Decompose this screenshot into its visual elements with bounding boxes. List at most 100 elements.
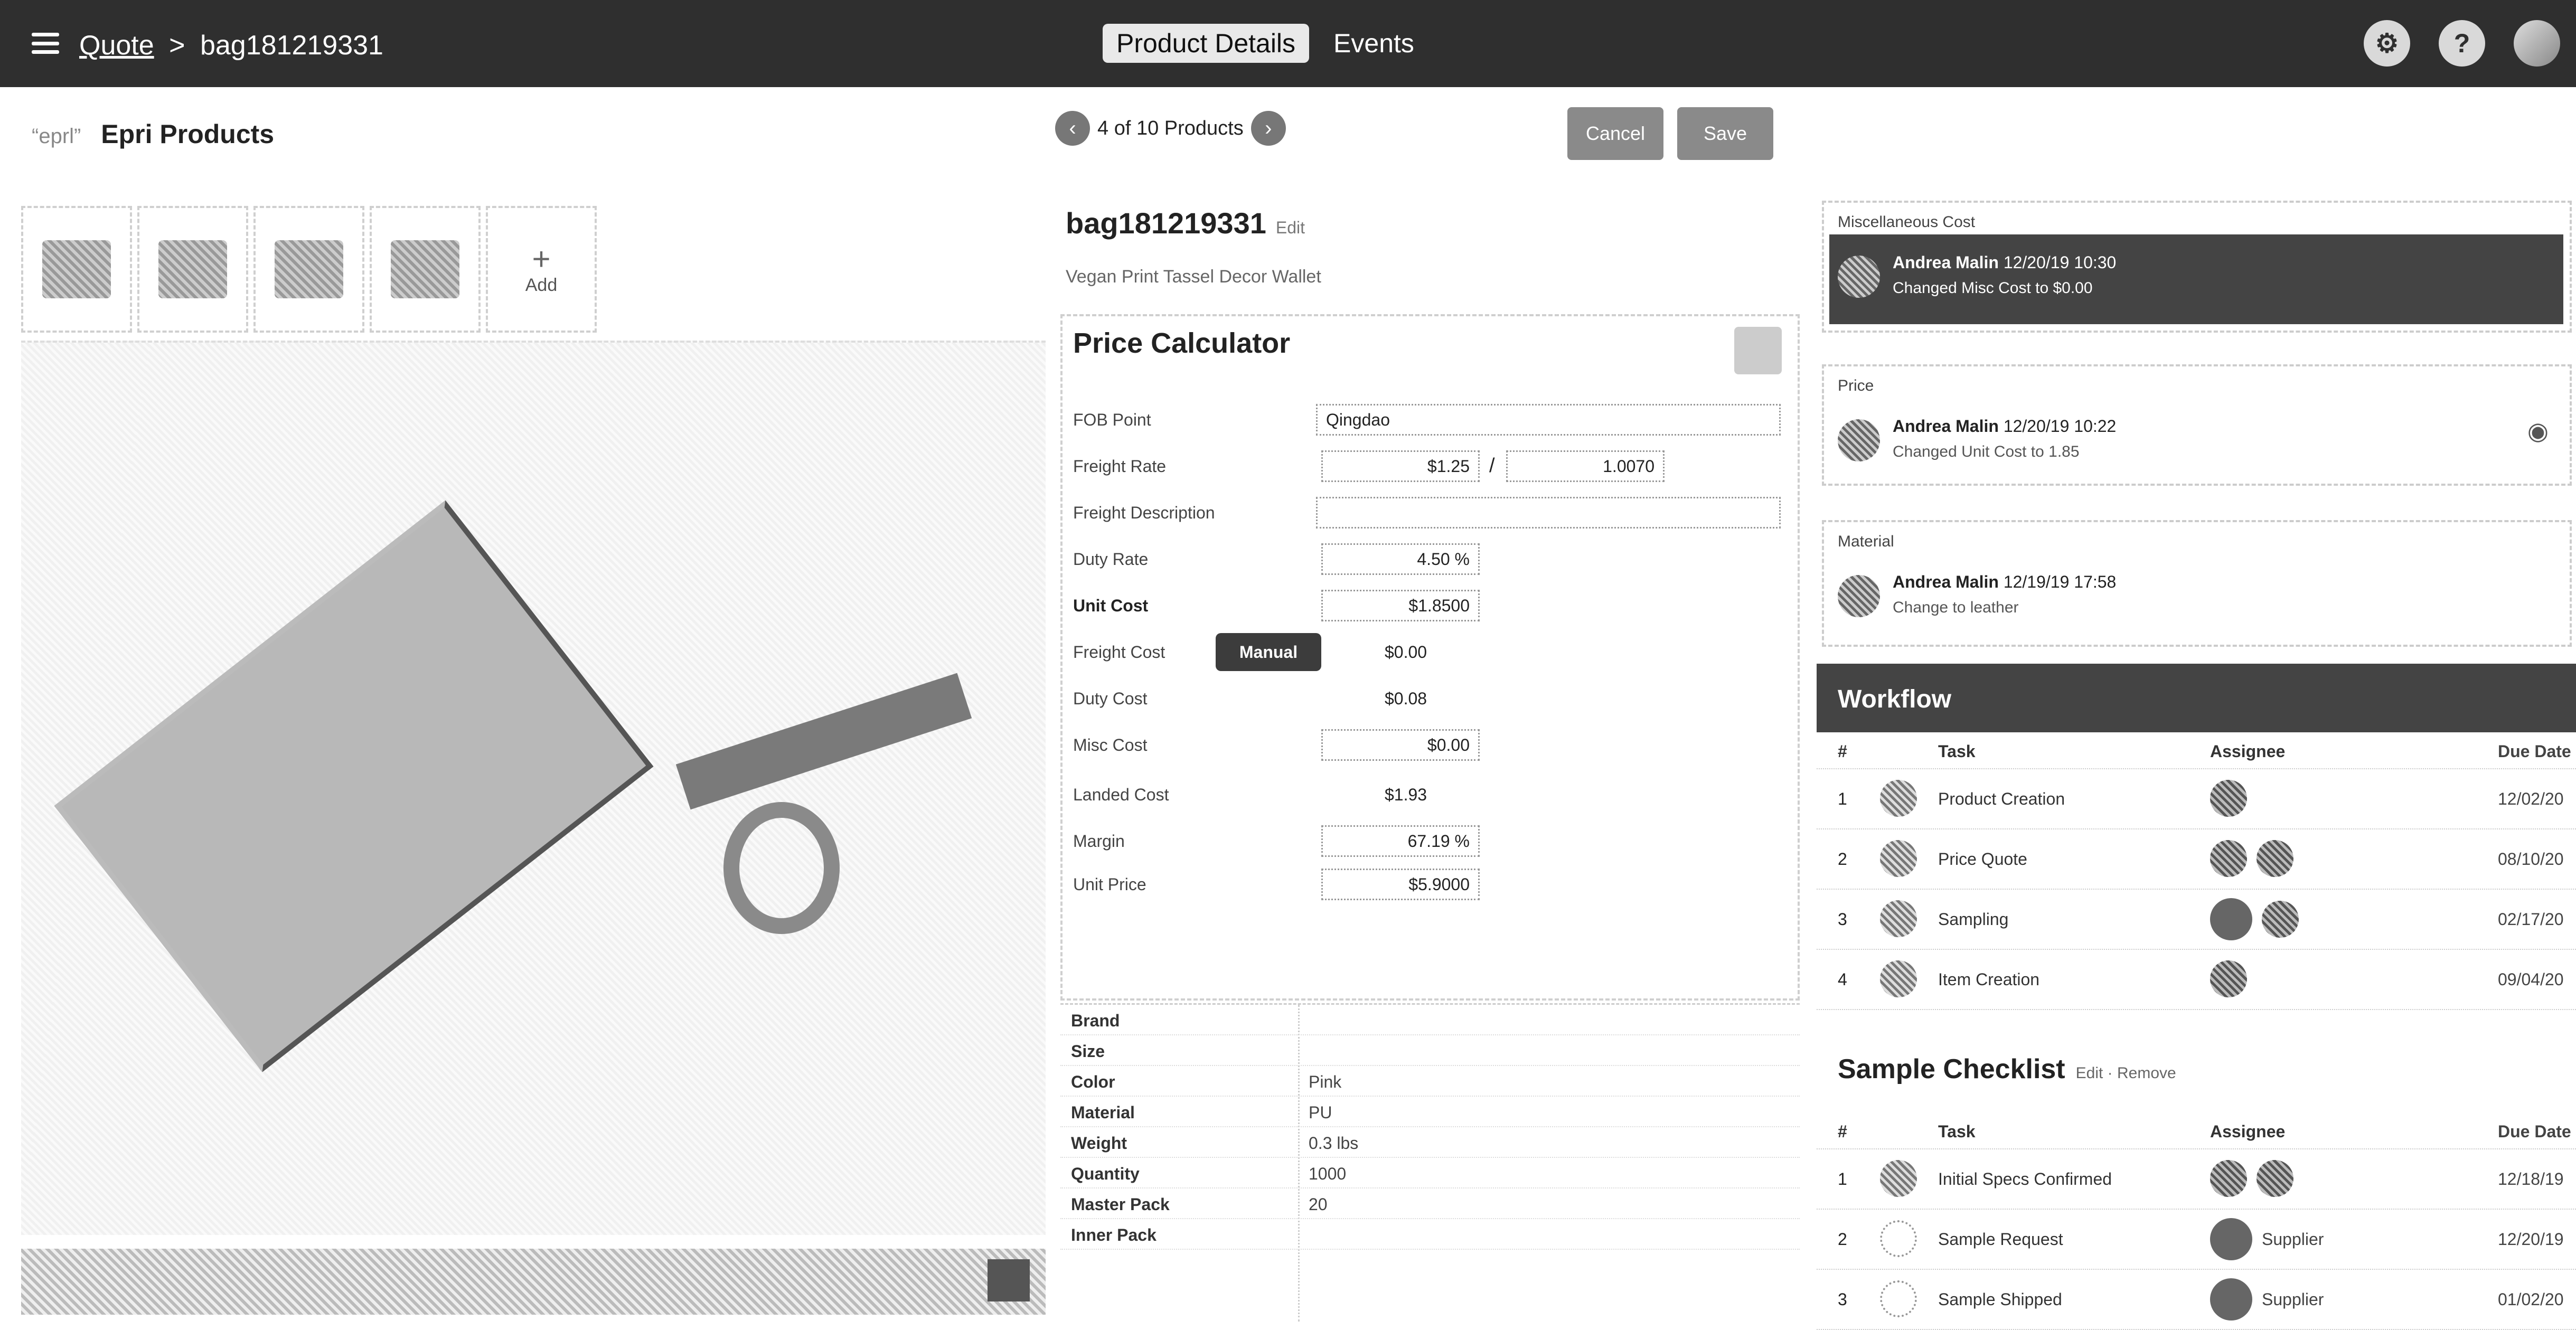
thumbnail-image [275,240,343,298]
brand-header: “eprl” Epri Products [32,119,274,149]
settings-icon[interactable]: ⚙ [2364,20,2410,67]
assignee-name: Supplier [2262,1289,2324,1309]
margin-input[interactable]: 67.19 % [1321,825,1480,857]
price-calculator-title: Price Calculator [1073,327,1291,359]
close-icon[interactable] [988,1259,1030,1301]
duty-rate-input[interactable]: 4.50 % [1321,543,1480,575]
row-num: 3 [1838,1290,1847,1309]
action-buttons: Cancel Save [1567,107,1773,160]
spec-label: Inner Pack [1071,1225,1157,1244]
freight-rate-factor-input[interactable]: 1.0070 [1506,450,1665,482]
calc-label: FOB Point [1073,410,1151,429]
task-status-icon [1880,900,1917,937]
calc-label: Unit Price [1073,875,1146,894]
activity-user: Andrea Malin [1893,417,1999,436]
activity-change: Change to leather [1893,599,2019,616]
col-header-assignee: Assignee [2210,1122,2286,1141]
image-footer-strip [21,1249,1046,1315]
main-product-image [21,341,1046,1235]
task-status-icon [1880,780,1917,817]
bag-ring [723,802,840,934]
misc-cost-input[interactable]: $0.00 [1321,729,1480,761]
freight-manual-toggle[interactable]: Manual [1216,633,1321,671]
spec-row-size: Size [1060,1035,1800,1066]
activity-panel: Miscellaneous Cost Andrea Malin 12/20/19… [1817,87,2576,1330]
spec-label: Color [1071,1072,1115,1091]
calc-row-unit-price: Unit Price $5.9000 [1073,865,1791,903]
task-status-icon [1880,960,1917,997]
freight-rate-input[interactable]: $1.25 [1321,450,1480,482]
spec-value[interactable]: Pink [1309,1072,1341,1092]
table-row[interactable]: 4 Item Creation 09/04/20 [1817,949,2576,1010]
next-product-icon[interactable]: › [1251,111,1286,146]
spec-value[interactable]: 0.3 lbs [1309,1134,1358,1153]
table-row[interactable]: 1 Initial Specs Confirmed 12/18/19 [1817,1148,2576,1210]
previous-product-icon[interactable]: ‹ [1055,111,1090,146]
sample-checklist-actions[interactable]: Edit · Remove [2076,1064,2176,1082]
tab-product-details[interactable]: Product Details [1103,24,1310,63]
assignee-avatar [2210,960,2247,997]
thumbnail-3[interactable] [253,206,364,333]
check-status-icon[interactable] [1880,1220,1917,1257]
table-row[interactable]: 2 Price Quote 08/10/20 [1817,828,2576,890]
edit-product-id-link[interactable]: Edit [1276,218,1305,237]
save-button[interactable]: Save [1677,107,1773,160]
duty-cost-value: $0.08 [1385,689,1427,708]
thumbnail-4[interactable] [370,206,481,333]
assignee-avatar [2257,1160,2293,1197]
calc-row-duty-rate: Duty Rate 4.50 % [1073,540,1791,578]
table-row[interactable]: 3 Sampling 02/17/20 [1817,889,2576,950]
product-details-panel: ‹ 4 of 10 Products › Cancel Save bag1812… [1055,87,1805,1322]
user-avatar[interactable] [2514,20,2560,67]
activity-card-price[interactable]: Price Andrea Malin 12/20/19 10:22 Change… [1822,364,2572,486]
assignees [2210,1160,2293,1197]
freight-description-input[interactable] [1316,497,1781,529]
spec-value[interactable]: 20 [1309,1195,1328,1214]
landed-cost-value: $1.93 [1385,785,1427,804]
spec-value[interactable]: PU [1309,1103,1332,1123]
table-row[interactable]: 1 Product Creation 12/02/20 [1817,768,2576,829]
activity-avatar [1838,575,1880,617]
add-image-button[interactable]: + Add [486,206,597,333]
thumbnail-image [158,240,227,298]
breadcrumb-current: bag181219331 [200,30,383,61]
row-task: Sample Shipped [1938,1290,2062,1309]
check-status-icon[interactable] [1880,1160,1917,1197]
fob-point-input[interactable]: Qingdao [1316,404,1781,436]
view-icon[interactable]: ◉ [2527,417,2549,445]
row-due: 08/10/20 [2498,850,2564,869]
unit-price-input[interactable]: $5.9000 [1321,869,1480,900]
table-row[interactable]: 3 Sample Shipped Supplier 01/02/20 [1817,1269,2576,1330]
cancel-button[interactable]: Cancel [1567,107,1663,160]
assignees [2210,780,2247,817]
thumbnail-strip: + Add [21,206,597,333]
assignees: Supplier [2210,1218,2324,1260]
tab-events[interactable]: Events [1320,24,1428,63]
spec-row-quantity: Quantity 1000 [1060,1158,1800,1188]
breadcrumb-quote-link[interactable]: Quote [79,30,154,61]
calc-row-margin: Margin 67.19 % [1073,822,1791,860]
thumbnail-1[interactable] [21,206,132,333]
table-row[interactable]: 2 Sample Request Supplier 12/20/19 [1817,1209,2576,1270]
checklist-table-header: # Task Assignee Due Date [1817,1117,2576,1149]
spec-row-weight: Weight 0.3 lbs [1060,1127,1800,1158]
menu-icon[interactable] [32,33,59,54]
activity-time: 12/20/19 10:30 [2003,253,2117,272]
brand-name: Epri Products [101,119,275,149]
spec-value[interactable]: 1000 [1309,1164,1346,1184]
activity-user: Andrea Malin [1893,253,1999,272]
thumbnail-2[interactable] [137,206,248,333]
activity-line: Andrea Malin 12/19/19 17:58 [1893,572,2116,592]
activity-card-material[interactable]: Material Andrea Malin 12/19/19 17:58 Cha… [1822,520,2572,647]
calculator-settings-icon[interactable] [1734,327,1782,374]
activity-time: 12/19/19 17:58 [2003,572,2117,591]
col-header-assignee: Assignee [2210,742,2286,761]
check-status-icon[interactable] [1880,1280,1917,1317]
spec-label: Size [1071,1042,1105,1061]
row-num: 4 [1838,970,1847,989]
help-icon[interactable]: ? [2439,20,2485,67]
product-description: Vegan Print Tassel Decor Wallet [1066,267,1321,287]
workflow-title: Workflow [1838,685,1952,713]
activity-card-misc-cost[interactable]: Miscellaneous Cost Andrea Malin 12/20/19… [1822,201,2572,333]
unit-cost-input[interactable]: $1.8500 [1321,590,1480,621]
